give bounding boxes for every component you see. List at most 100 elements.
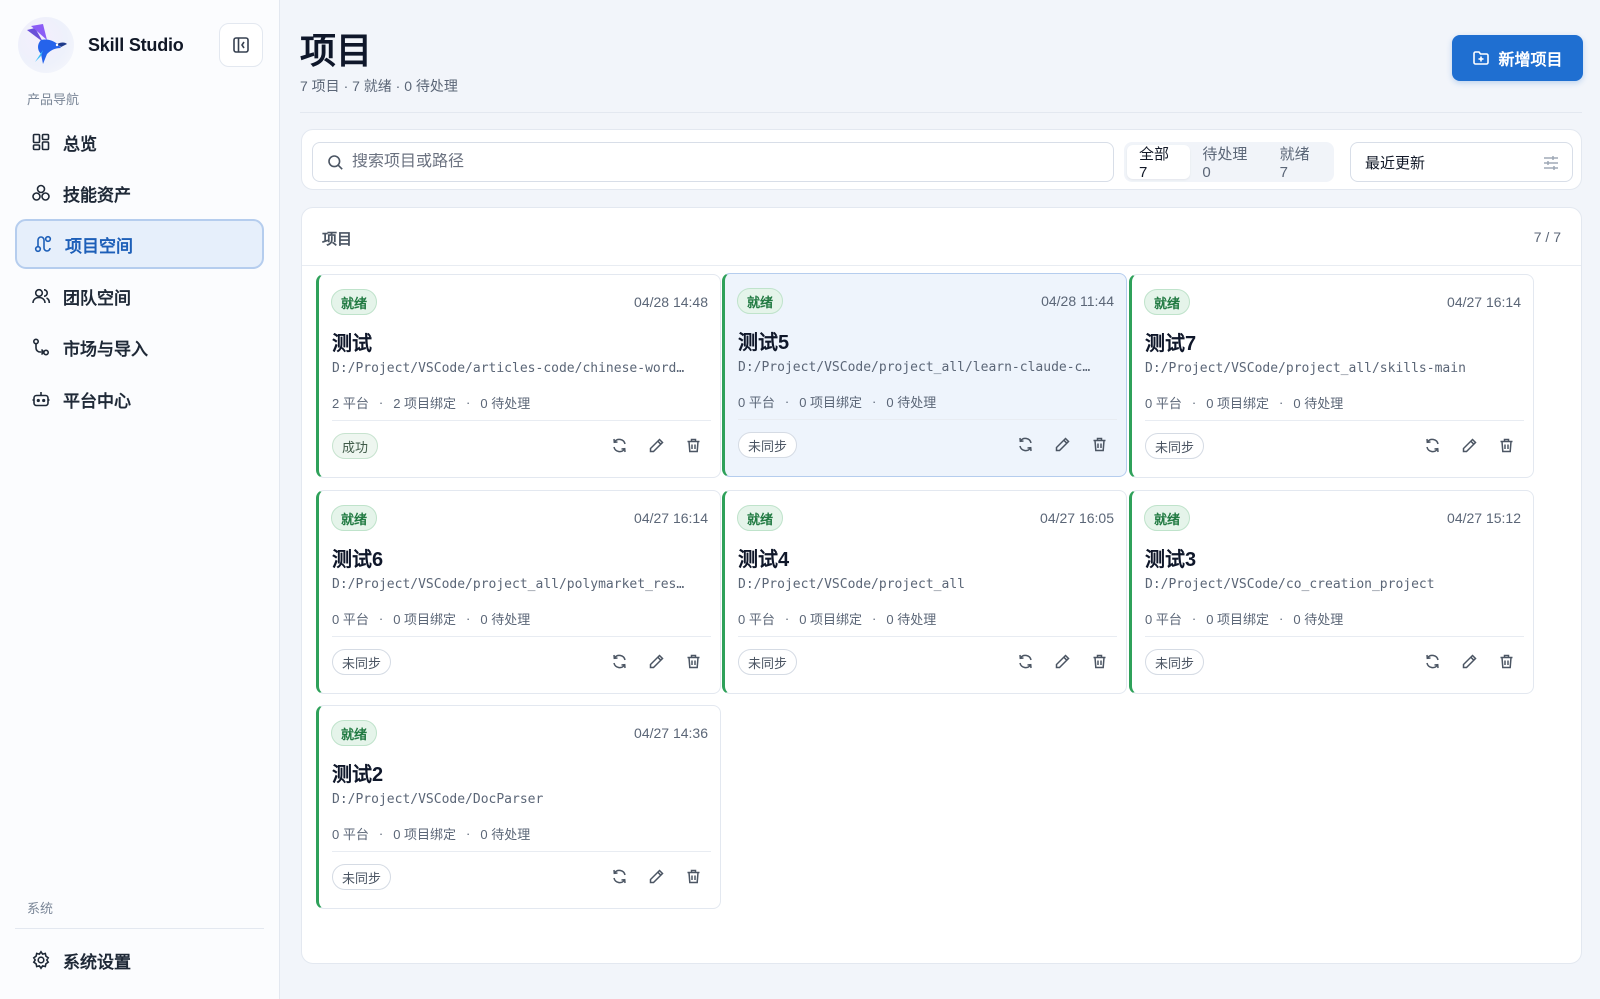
trash-icon <box>1093 654 1105 668</box>
refresh-icon <box>1425 654 1439 668</box>
project-stats: 0 平台 · 0 项目绑定 · 0 待处理 <box>332 826 531 842</box>
project-card[interactable]: 就绪 04/27 15:12 测试3 D:/Project/VSCode/co_… <box>1129 490 1534 694</box>
pending-count: 0 待处理 <box>886 612 937 627</box>
sync-button[interactable] <box>609 651 629 671</box>
pending-count: 0 待处理 <box>480 612 531 627</box>
pencil-icon <box>649 868 664 883</box>
project-path: D:/Project/VSCode/project_all <box>738 577 965 592</box>
refresh-icon <box>1425 438 1439 452</box>
project-card[interactable]: 就绪 04/28 14:48 测试 D:/Project/VSCode/arti… <box>316 274 721 478</box>
edit-button[interactable] <box>646 435 666 455</box>
sidebar-item-label: 技能资产 <box>63 185 131 205</box>
status-badge: 就绪 <box>1144 505 1191 531</box>
trash-icon <box>1093 437 1105 451</box>
folder-plus-icon <box>1473 51 1490 65</box>
project-stats: 0 平台 · 0 项目绑定 · 0 待处理 <box>1145 395 1344 411</box>
trash-icon <box>1500 654 1512 668</box>
platform-count: 0 平台 <box>1145 612 1182 627</box>
edit-button[interactable] <box>646 866 666 886</box>
delete-button[interactable] <box>683 866 703 886</box>
sidebar-item-projects[interactable]: 项目空间 <box>15 219 264 269</box>
sync-button[interactable] <box>609 866 629 886</box>
project-name: 测试2 <box>332 764 384 786</box>
new-project-button[interactable]: 新增项目 <box>1452 35 1583 81</box>
git-pull-icon <box>31 337 51 357</box>
sync-status-badge: 成功 <box>332 433 379 459</box>
filter-tab-pending[interactable]: 待处理 0 <box>1190 145 1267 181</box>
edit-button[interactable] <box>1459 651 1479 671</box>
divider <box>332 420 711 421</box>
trash-icon <box>687 869 699 883</box>
delete-button[interactable] <box>1496 435 1516 455</box>
new-project-label: 新增项目 <box>1498 52 1563 69</box>
sidebar-item-platform[interactable]: 平台中心 <box>15 374 264 424</box>
sidebar-item-label: 平台中心 <box>63 391 131 411</box>
project-name: 测试4 <box>738 549 790 571</box>
project-name: 测试6 <box>332 549 384 571</box>
sidebar-item-skill-assets[interactable]: 技能资产 <box>15 168 264 218</box>
refresh-icon <box>612 869 626 883</box>
sidebar-item-team[interactable]: 团队空间 <box>15 271 264 321</box>
card-actions <box>609 651 703 671</box>
route-icon <box>33 234 53 254</box>
updated-time: 04/27 15:12 <box>1447 510 1521 526</box>
project-card[interactable]: 就绪 04/27 16:14 测试7 D:/Project/VSCode/pro… <box>1129 274 1534 478</box>
delete-button[interactable] <box>683 435 703 455</box>
sidebar-item-market[interactable]: 市场与导入 <box>15 322 264 372</box>
sidebar-item-label: 项目空间 <box>65 236 133 256</box>
sync-button[interactable] <box>1422 435 1442 455</box>
platform-count: 0 平台 <box>332 612 369 627</box>
project-card[interactable]: 就绪 04/27 16:05 测试4 D:/Project/VSCode/pro… <box>722 490 1127 694</box>
project-path: D:/Project/VSCode/co_creation_project <box>1145 577 1435 592</box>
project-name: 测试7 <box>1145 333 1197 355</box>
card-actions <box>1015 651 1109 671</box>
project-path: D:/Project/VSCode/project_all/learn-clau… <box>738 360 1091 375</box>
page-subtitle: 7 项目 · 7 就绪 · 0 待处理 <box>300 78 458 94</box>
delete-button[interactable] <box>1089 434 1109 454</box>
divider <box>332 851 711 852</box>
card-actions <box>1422 435 1516 455</box>
edit-button[interactable] <box>1459 435 1479 455</box>
pencil-icon <box>1462 653 1477 668</box>
edit-button[interactable] <box>646 651 666 671</box>
panel-title: 项目 <box>322 231 353 248</box>
sidebar-item-label: 团队空间 <box>63 288 131 308</box>
pencil-icon <box>649 653 664 668</box>
updated-time: 04/27 14:36 <box>634 725 708 741</box>
sidebar: Skill Studio 产品导航 总览 技能资产 项目空间 团队空间 市场与导… <box>0 0 280 999</box>
bot-icon <box>31 389 51 409</box>
gear-icon <box>31 950 51 970</box>
sync-button[interactable] <box>1015 434 1035 454</box>
search-box[interactable] <box>312 142 1114 182</box>
pencil-icon <box>1055 436 1070 451</box>
project-card[interactable]: 就绪 04/28 11:44 测试5 D:/Project/VSCode/pro… <box>722 273 1127 477</box>
sidebar-item-overview[interactable]: 总览 <box>15 117 264 167</box>
edit-button[interactable] <box>1052 434 1072 454</box>
sync-button[interactable] <box>609 435 629 455</box>
project-stats: 0 平台 · 0 项目绑定 · 0 待处理 <box>332 611 531 627</box>
projects-panel: 项目 7 / 7 就绪 04/28 14:48 测试 D:/Project/VS… <box>301 207 1582 964</box>
sync-button[interactable] <box>1015 651 1035 671</box>
hummingbird-logo-icon <box>18 17 74 73</box>
collapse-sidebar-button[interactable] <box>219 23 263 67</box>
pending-count: 0 待处理 <box>480 827 531 842</box>
updated-time: 04/27 16:14 <box>1447 294 1521 310</box>
sidebar-item-label: 系统设置 <box>63 952 131 972</box>
status-badge: 就绪 <box>737 288 784 314</box>
sidebar-item-label: 市场与导入 <box>63 339 148 359</box>
delete-button[interactable] <box>1496 651 1516 671</box>
pending-count: 0 待处理 <box>480 396 531 411</box>
sort-value: 最近更新 <box>1365 154 1426 172</box>
delete-button[interactable] <box>683 651 703 671</box>
filter-tab-ready[interactable]: 就绪 7 <box>1268 145 1331 181</box>
search-input[interactable] <box>352 153 1092 171</box>
project-card[interactable]: 就绪 04/27 14:36 测试2 D:/Project/VSCode/Doc… <box>316 705 721 909</box>
sliders-icon <box>1544 156 1558 170</box>
delete-button[interactable] <box>1089 651 1109 671</box>
edit-button[interactable] <box>1052 651 1072 671</box>
sync-button[interactable] <box>1422 651 1442 671</box>
sidebar-item-settings[interactable]: 系统设置 <box>15 935 264 985</box>
project-card[interactable]: 就绪 04/27 16:14 测试6 D:/Project/VSCode/pro… <box>316 490 721 694</box>
filter-tab-all[interactable]: 全部 7 <box>1127 145 1191 181</box>
sort-select[interactable]: 最近更新 <box>1350 142 1573 182</box>
